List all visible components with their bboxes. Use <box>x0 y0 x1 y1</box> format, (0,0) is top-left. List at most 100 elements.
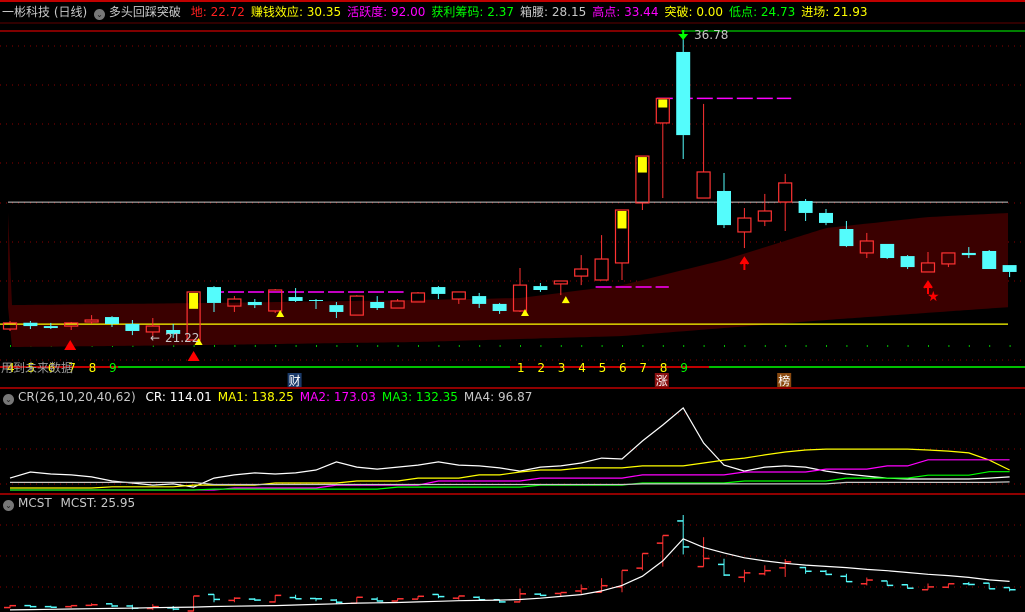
candle-body-down <box>431 287 446 294</box>
axis-tick <box>234 345 236 347</box>
chevron-down-icon[interactable]: ⌄ <box>3 500 14 511</box>
ohlc-bar <box>575 584 588 594</box>
low-price-label: 21.22 <box>165 331 199 345</box>
axis-tick <box>581 345 583 347</box>
header-stat: 获利筹码: 2.37 <box>431 5 514 19</box>
candle-body-down <box>533 286 548 290</box>
ohlc-bar <box>718 558 730 576</box>
cr-line-cr <box>9 406 1010 488</box>
ohlc-bar <box>962 581 975 586</box>
axis-tick <box>887 345 889 347</box>
badge-2: 榜 <box>778 373 790 388</box>
count-marker: 3 <box>558 361 566 375</box>
ohlc-bar <box>860 577 873 586</box>
ohlc-bar <box>922 583 934 591</box>
chevron-down-icon[interactable]: ⌄ <box>94 9 106 20</box>
cr-stat: MA2: 173.03 <box>299 390 376 404</box>
candle <box>737 208 752 249</box>
candle-body-up <box>553 280 568 285</box>
candle-body-up <box>574 268 589 277</box>
axis-tick <box>458 345 460 347</box>
header-stat: 突破: 0.00 <box>664 5 724 19</box>
candle-body-down <box>676 51 691 136</box>
axis-tick <box>540 345 542 347</box>
axis-tick <box>295 345 297 347</box>
ohlc-bar <box>106 603 118 607</box>
price-band <box>8 212 1008 347</box>
mcst-name[interactable]: MCST <box>18 496 52 510</box>
indicator-name[interactable]: 多头回踩突破 <box>109 5 181 19</box>
ohlc-bar <box>228 597 241 603</box>
candle <box>798 199 813 221</box>
ohlc-bar <box>840 573 853 583</box>
candle-body-down <box>309 300 323 301</box>
cr-params[interactable]: CR(26,10,20,40,62) <box>18 390 136 404</box>
candle <box>880 243 895 260</box>
count-marker: 6 <box>619 361 627 375</box>
candle <box>696 103 711 199</box>
ohlc-bar <box>616 569 628 593</box>
down-arrow-icon <box>678 34 689 40</box>
candle <box>370 296 385 310</box>
candle-body-down <box>247 301 262 306</box>
cr-stat-value: 132.35 <box>415 390 458 404</box>
chevron-down-icon[interactable]: ⌄ <box>3 394 14 405</box>
ohlc-bar <box>44 605 57 609</box>
axis-tick <box>907 345 909 347</box>
candle-body-down <box>472 296 487 304</box>
axis-tick <box>377 345 379 347</box>
cr-stat-value: 114.01 <box>169 390 212 404</box>
ohlc-bar <box>799 566 812 574</box>
axis-tick <box>968 345 970 347</box>
axis-tick <box>846 345 848 347</box>
cr-stat-label: CR <box>145 390 162 404</box>
header-stat-label: 箱腰 <box>519 5 544 19</box>
header-stat-label: 活跃度 <box>347 5 384 19</box>
candle-body-down <box>288 297 303 301</box>
header-stat-value: 28.15 <box>551 5 587 19</box>
header-stat-value: 21.93 <box>833 5 868 19</box>
cr-stat-label: MA1 <box>217 390 244 404</box>
header-stat: 低点: 24.73 <box>729 5 796 19</box>
cr-stat-value: 138.25 <box>251 390 294 404</box>
axis-tick <box>1009 345 1011 347</box>
axis-tick <box>254 345 256 347</box>
cr-lines <box>9 406 1010 491</box>
axis-tick <box>764 345 766 347</box>
mcst-value: 25.95 <box>100 496 136 510</box>
header-stat-value: 30.35 <box>306 5 342 19</box>
buy-triangle-icon <box>187 350 200 361</box>
candle-body-down <box>961 252 976 256</box>
header-stat-value: 2.37 <box>487 5 514 19</box>
mcst-lines <box>4 515 1016 612</box>
header-stat-value: 92.00 <box>391 5 426 19</box>
badge-0: 财 <box>289 374 301 388</box>
star-icon: ★ <box>927 289 940 305</box>
count-marker: 9 <box>109 361 117 375</box>
axis-tick <box>601 345 603 347</box>
candle-body-down <box>839 229 854 247</box>
cr-stat-value: 96.87 <box>497 390 533 404</box>
candle-body-down <box>900 256 915 268</box>
ohlc-bar <box>391 598 404 602</box>
axis-tick <box>193 345 195 347</box>
candle-body-down <box>717 190 731 226</box>
axis-tick <box>744 345 746 347</box>
candle-body-down <box>492 303 507 311</box>
ohlc-bar <box>187 595 200 612</box>
count-marker: 2 <box>537 361 545 375</box>
ohlc-bar <box>636 552 649 571</box>
axis-tick <box>703 345 705 347</box>
axis-tick <box>520 345 521 347</box>
candle-body-down <box>105 317 119 324</box>
ohlc-bar <box>1003 586 1016 592</box>
ohlc-bar <box>697 537 710 568</box>
ohlc-bar <box>942 583 955 589</box>
kline-chart[interactable]: ★4 5 6 7 8 9 1 2 3 4 5 6 7 8 9财涨榜 36.78 21.22 ← 用到未来数据 <box>0 0 1025 612</box>
chart-header: 一彬科技 (日线) ⌄ 多头回踩突破 地: 22.72 赚钱效应: 30.35 活跃… <box>0 0 1025 22</box>
candle-body-up <box>696 171 711 199</box>
axis-tick <box>438 345 440 347</box>
band-area <box>8 212 1008 347</box>
ohlc-bar <box>371 597 384 602</box>
header-stat-label: 地 <box>190 5 203 19</box>
